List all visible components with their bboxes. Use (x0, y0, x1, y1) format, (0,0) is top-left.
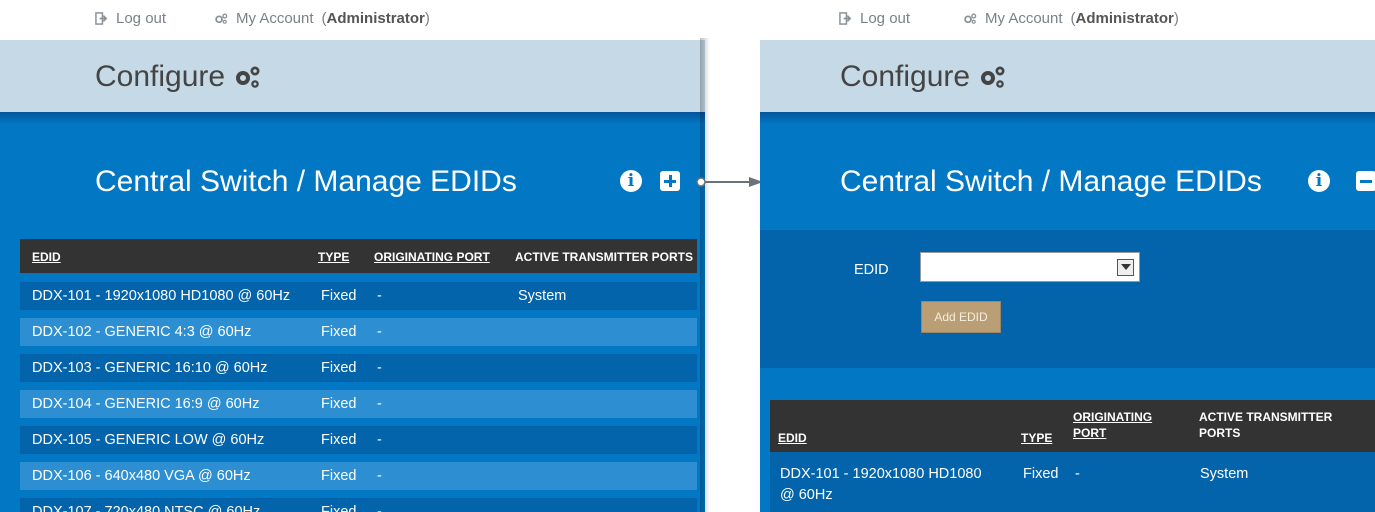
logout-icon (839, 12, 852, 25)
manage-edids-section: Central Switch / Manage EDIDs i EDID TYP… (0, 112, 705, 512)
cell-type: Fixed (321, 288, 357, 304)
cell-port: - (377, 324, 382, 340)
cell-edid-line1: DDX-101 - 1920x1080 HD1080 (780, 466, 982, 482)
cell-edid: DDX-107 - 720x480 NTSC @ 60Hz (32, 504, 261, 512)
cell-active: System (1200, 466, 1249, 482)
configure-title: Configure (840, 60, 971, 93)
configure-bar: Configure (0, 40, 705, 112)
cell-edid: DDX-105 - GENERIC LOW @ 60Hz (32, 432, 265, 448)
role-label: Administrator (1075, 10, 1174, 27)
col-edid[interactable]: EDID (32, 250, 61, 264)
cell-type: Fixed (1023, 466, 1059, 482)
minus-icon[interactable] (1356, 171, 1375, 191)
cell-port: - (377, 504, 382, 512)
cell-port: - (377, 396, 382, 412)
plus-icon[interactable] (660, 171, 680, 191)
col-active-ports[interactable]: ACTIVE TRANSMITTER PORTS (515, 250, 693, 264)
table-header: EDID TYPE ORIGINATING PORT ACTIVE TRANSM… (770, 400, 1375, 452)
page-title: Central Switch / Manage EDIDs (95, 165, 517, 198)
cell-port: - (377, 288, 382, 304)
top-bar: Log out My Account (Administrator) (0, 0, 705, 38)
add-edid-button[interactable]: Add EDID (921, 301, 1001, 333)
role-paren-close: ) (1173, 10, 1179, 27)
info-icon[interactable]: i (620, 170, 642, 192)
my-account-link[interactable]: My Account (Administrator) (215, 10, 430, 27)
account-label: My Account (985, 10, 1063, 27)
cell-edid: DDX-104 - GENERIC 16:9 @ 60Hz (32, 396, 260, 412)
table-header: EDID TYPE ORIGINATING PORT ACTIVE TRANSM… (20, 239, 697, 273)
table-row[interactable]: DDX-103 - GENERIC 16:10 @ 60Hz Fixed - (20, 354, 697, 382)
col-type[interactable]: TYPE (318, 250, 349, 264)
role-paren-close: ) (424, 10, 430, 27)
edid-label: EDID (854, 262, 889, 278)
logout-link[interactable]: Log out (95, 10, 166, 27)
cell-edid: DDX-106 - 640x480 VGA @ 60Hz (32, 468, 251, 484)
table-row[interactable]: DDX-105 - GENERIC LOW @ 60Hz Fixed - (20, 426, 697, 454)
account-role: (Administrator) (322, 10, 430, 27)
logout-label: Log out (860, 10, 911, 27)
cell-type: Fixed (321, 360, 357, 376)
my-account-link[interactable]: My Account (Administrator) (964, 10, 1179, 27)
cell-type: Fixed (321, 468, 357, 484)
col-active-ports-line1[interactable]: ACTIVE TRANSMITTER (1199, 410, 1332, 424)
top-bar: Log out My Account (Administrator) (760, 0, 1375, 38)
panel-shadow (700, 38, 710, 512)
page-title: Central Switch / Manage EDIDs (840, 165, 1262, 198)
cell-port: - (377, 432, 382, 448)
cell-edid: DDX-102 - GENERIC 4:3 @ 60Hz (32, 324, 252, 340)
cell-type: Fixed (321, 324, 357, 340)
table-row[interactable]: DDX-101 - 1920x1080 HD1080 @ 60Hz Fixed … (20, 282, 697, 310)
logout-label: Log out (116, 10, 167, 27)
cell-type: Fixed (321, 504, 357, 512)
gears-icon (236, 66, 260, 88)
cell-active: System (518, 288, 567, 304)
table-row[interactable]: DDX-106 - 640x480 VGA @ 60Hz Fixed - (20, 462, 697, 490)
col-originating-port-line2[interactable]: PORT (1073, 426, 1106, 440)
col-originating-port[interactable]: ORIGINATING PORT (374, 250, 490, 264)
gears-icon (981, 66, 1005, 88)
col-originating-port-line1[interactable]: ORIGINATING (1073, 410, 1152, 424)
gears-icon (215, 13, 228, 24)
cell-port: - (1075, 466, 1080, 482)
account-role: (Administrator) (1071, 10, 1179, 27)
cell-edid: DDX-103 - GENERIC 16:10 @ 60Hz (32, 360, 268, 376)
cell-type: Fixed (321, 396, 357, 412)
role-label: Administrator (326, 10, 425, 27)
info-icon[interactable]: i (1308, 170, 1330, 192)
table-row[interactable]: DDX-101 - 1920x1080 HD1080 @ 60Hz Fixed … (770, 452, 1375, 512)
table-row[interactable]: DDX-102 - GENERIC 4:3 @ 60Hz Fixed - (20, 318, 697, 346)
add-edid-form: EDID Add EDID (760, 230, 1375, 368)
cell-port: - (377, 360, 382, 376)
chevron-down-icon (1117, 259, 1134, 276)
account-label: My Account (236, 10, 314, 27)
logout-icon (95, 12, 108, 25)
arrow-icon (696, 177, 763, 187)
edid-select[interactable] (920, 252, 1140, 282)
cell-edid-line2: @ 60Hz (780, 487, 833, 503)
col-edid[interactable]: EDID (778, 431, 807, 445)
gears-icon (964, 13, 977, 24)
screenshot-after: Log out My Account (Administrator) Confi… (760, 0, 1375, 512)
cell-type: Fixed (321, 432, 357, 448)
col-type[interactable]: TYPE (1021, 431, 1052, 445)
table-row[interactable]: DDX-107 - 720x480 NTSC @ 60Hz Fixed - (20, 498, 697, 512)
cell-edid: DDX-101 - 1920x1080 HD1080 @ 60Hz (32, 288, 291, 304)
configure-title: Configure (95, 60, 226, 93)
configure-bar: Configure (760, 40, 1375, 112)
table-row[interactable]: DDX-104 - GENERIC 16:9 @ 60Hz Fixed - (20, 390, 697, 418)
manage-edids-section: Central Switch / Manage EDIDs i EDID Add… (760, 112, 1375, 512)
col-active-ports-line2[interactable]: PORTS (1199, 426, 1240, 440)
screenshot-before: Log out My Account (Administrator) Confi… (0, 0, 705, 512)
cell-port: - (377, 468, 382, 484)
logout-link[interactable]: Log out (839, 10, 910, 27)
